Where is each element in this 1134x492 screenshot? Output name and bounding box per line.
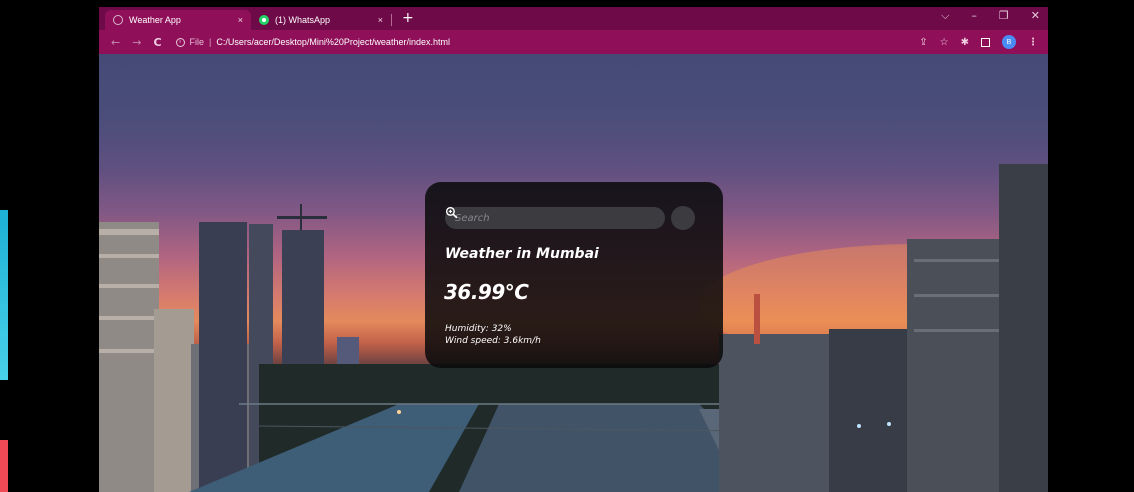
address-bar[interactable]: i File | C:/Users/acer/Desktop/Mini%20Pr… [175,37,450,47]
tab-strip: Weather App × (1) WhatsApp × + ⌵ – ❐ ✕ [99,7,1048,30]
reload-icon[interactable]: C [153,36,161,49]
url-text[interactable]: C:/Users/acer/Desktop/Mini%20Project/wea… [216,37,450,47]
close-icon[interactable]: × [378,15,383,25]
restore-icon[interactable]: ❐ [999,9,1009,23]
share-icon[interactable]: ⇪ [919,37,927,48]
tab-title: Weather App [129,15,181,25]
tab-search-icon[interactable]: ⌵ [941,9,949,23]
search-row [445,206,695,230]
back-icon[interactable]: ← [111,36,120,49]
minimize-icon[interactable]: – [971,9,977,23]
temperature-value: 36.99°C [444,280,529,304]
bookmark-star-icon[interactable]: ☆ [940,37,949,48]
desktop-right-edge [1048,0,1134,492]
humidity-text: Humidity: 32% [445,324,512,334]
window-close-icon[interactable]: ✕ [1031,9,1040,23]
magnifier-plus-icon [445,206,458,219]
search-button[interactable] [445,206,695,230]
weather-card: Weather in Mumbai 36.99°C Humidity: 32% … [425,182,723,368]
city-heading: Weather in Mumbai [445,246,599,262]
whatsapp-icon [259,15,269,25]
globe-icon [113,15,123,25]
forward-icon[interactable]: → [132,36,141,49]
window-controls: ⌵ – ❐ ✕ [941,9,1040,23]
url-divider: | [209,37,212,47]
tab-separator [391,14,392,26]
extensions-puzzle-icon[interactable]: ✱ [961,37,969,48]
tab-whatsapp[interactable]: (1) WhatsApp × [251,10,391,30]
wind-speed-text: Wind speed: 3.6km/h [445,336,541,346]
info-icon[interactable]: i [175,37,185,47]
menu-dots-icon[interactable]: ⋮ [1028,37,1038,48]
browser-window: Weather App × (1) WhatsApp × + ⌵ – ❐ ✕ ←… [99,7,1048,492]
page-viewport: Weather in Mumbai 36.99°C Humidity: 32% … [99,54,1048,492]
toolbar-actions: ⇪ ☆ ✱ B ⋮ [919,30,1038,54]
side-panel-icon[interactable] [981,37,990,47]
new-tab-button[interactable]: + [402,10,414,26]
browser-toolbar: ← → C i File | C:/Users/acer/Desktop/Min… [99,30,1048,54]
tab-weather-app[interactable]: Weather App × [105,10,251,30]
close-icon[interactable]: × [238,15,243,25]
url-scheme: File [189,37,205,47]
search-input[interactable] [445,207,665,229]
desktop-left-edge [0,0,99,492]
tab-title: (1) WhatsApp [275,15,331,25]
profile-avatar[interactable]: B [1002,35,1016,49]
